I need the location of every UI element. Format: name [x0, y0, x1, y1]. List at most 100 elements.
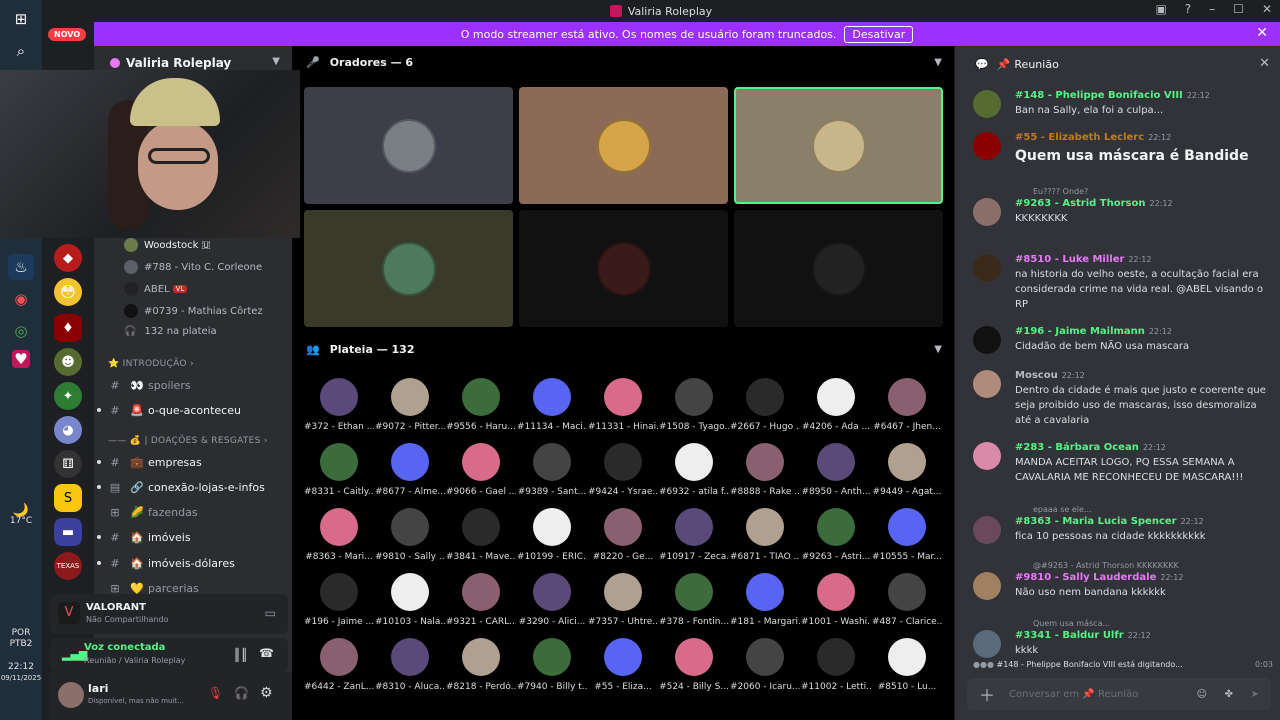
speaker-tile[interactable]	[519, 87, 728, 204]
audience-member[interactable]: #181 - Margari...	[730, 573, 800, 637]
chevron-down-icon[interactable]: ▼	[934, 57, 942, 68]
message-author[interactable]: #55 - Elizabeth Leclerc	[1015, 132, 1144, 143]
reply-preview[interactable]: epaaa se ele...	[1033, 502, 1092, 517]
chat-message[interactable]: Quem usa másca... #3341 - Baldur Ulfr 22:1…	[973, 619, 1273, 658]
channel-o-que-aconteceu[interactable]: # 🚨 o-que-aconteceu	[94, 399, 292, 421]
windows-start-icon[interactable]: ⊞	[8, 6, 34, 32]
audience-member[interactable]: #10555 - Mar...	[872, 508, 942, 572]
message-author[interactable]: #283 - Bárbara Ocean	[1015, 442, 1139, 453]
disconnect-icon[interactable]: ☎	[259, 646, 274, 660]
audience-member[interactable]: #6871 - TIAO ...	[730, 508, 800, 572]
add-attachment-icon[interactable]: ＋	[979, 682, 995, 706]
chat-message[interactable]: #8510 - Luke Miller 22:12 na historia do v…	[973, 252, 1273, 312]
avatar[interactable]	[973, 572, 1001, 600]
chat-input[interactable]: ＋ Conversar em 📌 Reunião ☺ ✤ ➤	[967, 678, 1271, 710]
chevron-down-icon[interactable]: ▼	[272, 56, 280, 67]
folder-icon[interactable]: ▬	[54, 518, 82, 546]
close-icon[interactable]: ✕	[1259, 56, 1270, 71]
audience-member[interactable]: #10103 - Nala...	[375, 573, 445, 637]
reply-preview[interactable]: @#9263 - Astrid Thorson KKKKKKKK	[1033, 558, 1179, 573]
audience-member[interactable]: #3290 - Alici...	[517, 573, 587, 637]
message-author[interactable]: #148 - Phelippe Bonifacio VIII	[1015, 90, 1183, 101]
server-icon[interactable]: ◕	[54, 416, 82, 444]
chat-message[interactable]: Eu???? Onde? #9263 - Astrid Thorson 22:12 K…	[973, 187, 1273, 226]
avatar[interactable]	[58, 682, 84, 708]
noise-icon[interactable]: ║║	[234, 648, 248, 662]
settings-gear-icon[interactable]: ⚙	[260, 685, 273, 701]
close-banner-icon[interactable]: ✕	[1256, 25, 1268, 41]
server-icon[interactable]: ✦	[54, 382, 82, 410]
speaker-tile[interactable]	[304, 87, 513, 204]
voice-channel[interactable]: Reunião / Valiria Roleplay	[84, 656, 185, 665]
audience-member[interactable]: #8310 - Aluca...	[375, 638, 445, 702]
close-window-button[interactable]: ✕	[1262, 2, 1272, 16]
weather-widget[interactable]: 🌙 17°C	[0, 504, 42, 527]
chat-message[interactable]: #196 - Jaime Mailmann 22:12 Cidadão de bem…	[973, 324, 1273, 354]
audience-member[interactable]: #196 - Jaime ...	[304, 573, 374, 637]
avatar[interactable]	[973, 442, 1001, 470]
avatar[interactable]	[973, 370, 1001, 398]
message-author[interactable]: Moscou	[1015, 370, 1058, 381]
category-introducao[interactable]: ⭐ INTRODUÇÃO ›	[108, 359, 194, 369]
audience-member[interactable]: #7357 - Uhtre...	[588, 573, 658, 637]
audience-member[interactable]: #9321 - CARL...	[446, 573, 516, 637]
channel-fazendas[interactable]: ⊞ 🌽 fazendas	[94, 501, 292, 523]
chevron-down-icon[interactable]: ▼	[934, 344, 942, 355]
audience-member[interactable]: #1001 - Washi...	[801, 573, 871, 637]
activity-panel[interactable]: V VALORANT Não Compartilhando ▭	[50, 594, 288, 634]
server-icon[interactable]: 😳	[54, 278, 82, 306]
chat-message[interactable]: #55 - Elizabeth Leclerc 22:12 Quem usa más…	[973, 130, 1273, 167]
audience-member[interactable]: #10199 - ERIC...	[517, 508, 587, 572]
audience-member[interactable]: #9263 - Astri...	[801, 508, 871, 572]
audience-member[interactable]: #378 - Fontin...	[659, 573, 729, 637]
audience-member[interactable]: #11002 - Letti...	[801, 638, 871, 702]
avatar[interactable]	[973, 630, 1001, 658]
server-icon[interactable]: TEXAS	[54, 552, 82, 580]
maximize-button[interactable]: ☐	[1233, 2, 1244, 16]
avatar[interactable]	[973, 90, 1001, 118]
chrome-icon[interactable]: ◎	[8, 318, 34, 344]
audience-member[interactable]: #6442 - ZanL...	[304, 638, 374, 702]
voice-connected-panel[interactable]: ▂▄▆ Voz conectada Reunião / Valiria Role…	[50, 638, 288, 672]
chat-message[interactable]: #148 - Phelippe Bonifacio VIII 22:12 Ban n…	[973, 88, 1273, 118]
audience-member[interactable]: #9389 - Sant...	[517, 443, 587, 507]
audience-header[interactable]: 👥 Plateia — 132 ▼	[292, 333, 954, 365]
speaker-tile[interactable]	[304, 210, 513, 327]
audience-member[interactable]: #9810 - Sally ...	[375, 508, 445, 572]
audience-member[interactable]: #4206 - Ada ...	[801, 378, 871, 442]
message-author[interactable]: #9263 - Astrid Thorson	[1015, 198, 1145, 209]
audience-member[interactable]: #372 - Ethan ...	[304, 378, 374, 442]
mute-icon[interactable]: 🎙	[208, 686, 223, 700]
valiria-app-icon[interactable]: ♥	[12, 350, 30, 368]
audience-member[interactable]: #8888 - Rake ...	[730, 443, 800, 507]
help-icon[interactable]: ?	[1185, 2, 1191, 16]
channel-imoveis-dolares[interactable]: # 🏠 imóveis-dólares	[94, 552, 292, 574]
chat-message[interactable]: Moscou 22:12 Dentro da cidade é mais que j…	[973, 368, 1273, 428]
channel-imoveis[interactable]: # 🏠 imóveis	[94, 526, 292, 548]
server-icon[interactable]: S	[54, 484, 82, 512]
audience-member[interactable]: #9072 - Pitter...	[375, 378, 445, 442]
audience-member[interactable]: #8220 - Ge...	[588, 508, 658, 572]
voice-user[interactable]: ABEL VL	[124, 282, 294, 296]
audience-member[interactable]: #7940 - Billy t...	[517, 638, 587, 702]
audience-member[interactable]: #8218 - Perdó...	[446, 638, 516, 702]
audience-member[interactable]: #6467 - Jhen...	[872, 378, 942, 442]
avatar[interactable]	[973, 326, 1001, 354]
audience-member[interactable]: #8363 - Mari...	[304, 508, 374, 572]
audience-member[interactable]: #2667 - Hugo ...	[730, 378, 800, 442]
chat-message[interactable]: @#9263 - Astrid Thorson KKKKKKKK #9810 - …	[973, 561, 1273, 600]
audience-member[interactable]: #8510 - Lu...	[872, 638, 942, 702]
audience-member[interactable]: #8677 - Alme...	[375, 443, 445, 507]
chat-message[interactable]: epaaa se ele... #8363 - Maria Lucia Spenc…	[973, 505, 1273, 544]
audience-member[interactable]: #11134 - Maci...	[517, 378, 587, 442]
chat-message[interactable]: #283 - Bárbara Ocean 22:12 MANDA ACEITAR L…	[973, 440, 1273, 485]
stream-icon[interactable]: ▭	[265, 606, 276, 620]
minimize-button[interactable]: –	[1209, 2, 1215, 16]
message-author[interactable]: #8510 - Luke Miller	[1015, 254, 1124, 265]
audience-member[interactable]: #55 - Eliza...	[588, 638, 658, 702]
channel-conexao-lojas[interactable]: ▤ 🔗 conexão-lojas-e-infos	[94, 476, 292, 498]
steam-icon[interactable]: ♨	[8, 254, 34, 280]
reply-preview[interactable]: Eu???? Onde?	[1033, 184, 1088, 199]
message-author[interactable]: #196 - Jaime Mailmann	[1015, 326, 1145, 337]
voice-user[interactable]: Woodstock 🇺	[124, 238, 294, 252]
